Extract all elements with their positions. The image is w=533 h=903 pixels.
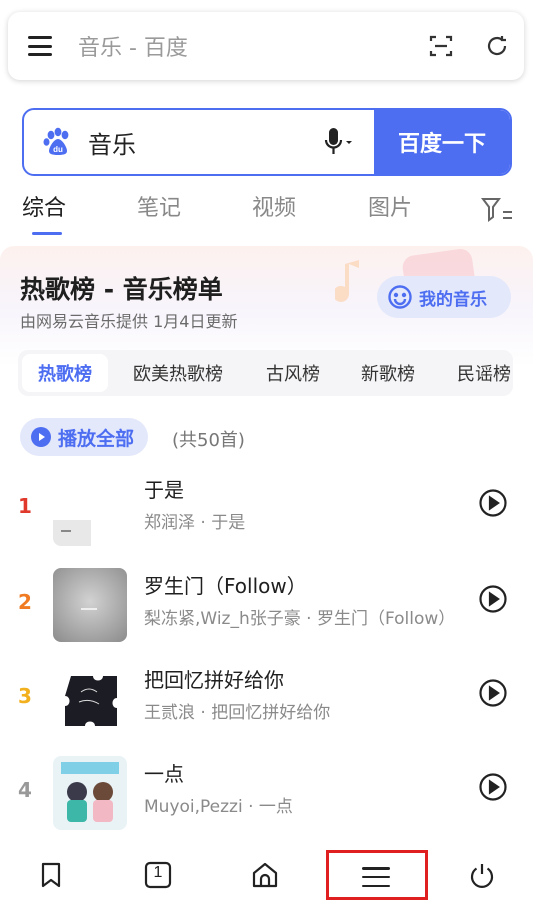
song-artist: 梨冻紧,Wiz_h张子豪 · 罗生门（Follow）	[144, 609, 456, 629]
tab-count: 1	[153, 864, 163, 881]
menu-icon[interactable]	[362, 867, 390, 887]
bottom-nav: 1	[0, 846, 533, 903]
play-icon[interactable]	[478, 584, 508, 614]
search-input[interactable]: 音乐	[88, 125, 324, 160]
chip-folk[interactable]: 民谣榜	[457, 354, 511, 392]
song-artist: Muyoi,Pezzi · 一点	[144, 797, 293, 817]
chart-title: 热歌榜 - 音乐榜单	[20, 275, 223, 304]
search-box[interactable]: du 音乐 百度一下	[22, 108, 512, 176]
address-bar[interactable]: 音乐 - 百度	[8, 12, 524, 80]
song-artist: 王贰浪 · 把回忆拼好给你	[144, 703, 331, 723]
play-circle-icon	[31, 427, 51, 447]
bookmark-icon[interactable]	[36, 860, 66, 890]
search-button[interactable]: 百度一下	[374, 110, 510, 174]
power-icon[interactable]	[467, 860, 497, 890]
song-row[interactable]: 1 于是 郑润泽 · 于是	[0, 472, 533, 550]
song-title: 一点	[144, 762, 184, 786]
song-rank: 1	[18, 494, 32, 518]
play-icon[interactable]	[478, 678, 508, 708]
chip-hot[interactable]: 热歌榜	[22, 354, 108, 392]
chip-western[interactable]: 欧美热歌榜	[133, 354, 223, 392]
my-music-label: 我的音乐	[419, 289, 487, 310]
scan-icon[interactable]	[428, 33, 454, 59]
song-row[interactable]: 2 罗生门（Follow） 梨冻紧,Wiz_h张子豪 · 罗生门（Follow）	[0, 568, 533, 646]
filter-icon[interactable]	[480, 196, 514, 224]
album-cover	[53, 756, 127, 830]
music-chart-card: 热歌榜 - 音乐榜单 由网易云音乐提供 1月4日更新 我的音乐 热歌榜 欧美热歌…	[0, 246, 533, 846]
album-cover	[53, 472, 127, 546]
song-rank: 3	[18, 684, 32, 708]
song-title: 于是	[144, 478, 184, 502]
baidu-paw-icon: du	[43, 127, 69, 155]
chip-ancient[interactable]: 古风榜	[266, 354, 320, 392]
tab-images[interactable]: 图片	[368, 190, 412, 222]
play-all-button[interactable]: 播放全部	[20, 418, 149, 456]
song-count: (共50首)	[172, 430, 245, 451]
tab-all[interactable]: 综合	[22, 190, 66, 222]
tabs-count-icon[interactable]: 1	[143, 860, 173, 890]
song-rank: 2	[18, 590, 32, 614]
smile-icon	[388, 285, 412, 309]
hamburger-icon[interactable]	[28, 36, 52, 56]
song-rank: 4	[18, 778, 32, 802]
chart-category-chips: 热歌榜 欧美热歌榜 古风榜 新歌榜 民谣榜	[18, 350, 513, 396]
album-cover	[53, 662, 127, 736]
my-music-button[interactable]: 我的音乐	[377, 276, 511, 318]
microphone-icon[interactable]	[324, 126, 354, 158]
active-tab-indicator	[32, 232, 62, 235]
play-all-label: 播放全部	[58, 427, 135, 450]
tab-notes[interactable]: 笔记	[137, 190, 181, 222]
album-cover	[53, 568, 127, 642]
home-icon[interactable]	[250, 860, 280, 890]
song-row[interactable]: 3 把回忆拼好给你 王贰浪 · 把回忆拼好给你	[0, 662, 533, 740]
play-icon[interactable]	[478, 772, 508, 802]
song-title: 罗生门（Follow）	[144, 574, 307, 598]
chart-subtitle: 由网易云音乐提供 1月4日更新	[20, 312, 238, 331]
refresh-icon[interactable]	[484, 33, 510, 59]
tab-videos[interactable]: 视频	[252, 190, 296, 222]
chip-new[interactable]: 新歌榜	[361, 354, 415, 392]
address-title[interactable]: 音乐 - 百度	[78, 30, 428, 62]
result-tabs: 综合 笔记 视频 图片	[0, 190, 533, 235]
svg-text:du: du	[53, 145, 63, 154]
song-row[interactable]: 4 一点 Muyoi,Pezzi · 一点	[0, 756, 533, 834]
song-artist: 郑润泽 · 于是	[144, 513, 246, 533]
song-title: 把回忆拼好给你	[144, 668, 284, 692]
play-icon[interactable]	[478, 488, 508, 518]
